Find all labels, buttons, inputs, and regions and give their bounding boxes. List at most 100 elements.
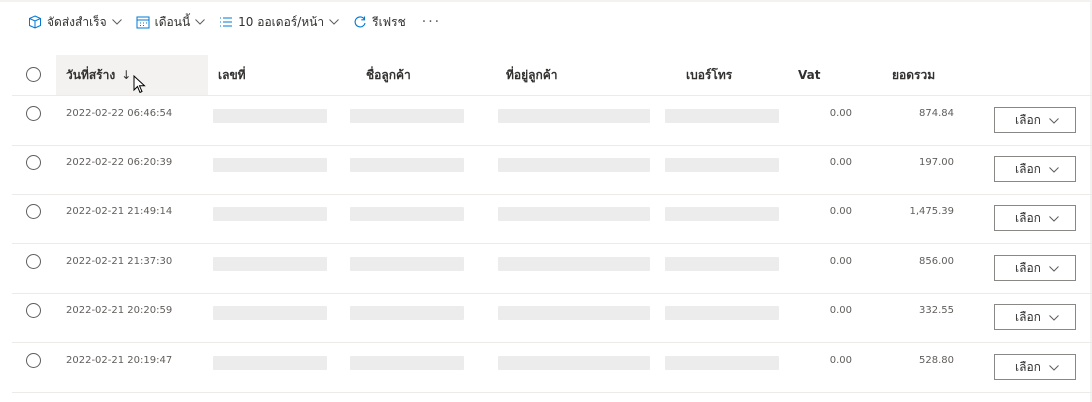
redacted-number xyxy=(213,257,327,271)
row-select-button-label: เลือก xyxy=(1015,210,1041,225)
redacted-customer-address xyxy=(498,158,650,172)
column-header-created[interactable]: วันที่สร้าง ↓ xyxy=(56,55,208,95)
list-icon xyxy=(219,16,233,28)
redacted-customer-name xyxy=(350,356,464,370)
redacted-customer-address xyxy=(498,306,650,320)
row-vat: 0.00 xyxy=(829,305,852,316)
chevron-down-icon xyxy=(1049,211,1059,225)
redacted-customer-address xyxy=(498,109,650,123)
row-select-radio[interactable] xyxy=(26,303,41,318)
row-total: 528.80 xyxy=(919,355,954,366)
refresh-icon xyxy=(353,15,367,29)
redacted-phone xyxy=(665,356,779,370)
table-row[interactable]: 2022-02-22 06:20:39 0.00 197.00 เลือก xyxy=(12,145,1092,195)
chevron-down-icon xyxy=(1049,162,1059,176)
redacted-customer-name xyxy=(350,158,464,172)
page-size-label: 10 ออเดอร์/หน้า xyxy=(238,14,325,29)
table-header: วันที่สร้าง ↓ เลขที่ ชื่อลูกค้า ที่อยู่ล… xyxy=(12,55,1092,96)
row-select-button[interactable]: เลือก xyxy=(994,107,1076,133)
redacted-customer-address xyxy=(498,207,650,221)
chevron-down-icon xyxy=(1049,360,1059,374)
row-select-radio[interactable] xyxy=(26,204,41,219)
row-select-button[interactable]: เลือก xyxy=(994,354,1076,380)
column-vat-label: Vat xyxy=(798,68,821,82)
row-vat: 0.00 xyxy=(829,355,852,366)
row-select-button[interactable]: เลือก xyxy=(994,304,1076,330)
column-total-label: ยอดรวม xyxy=(892,67,936,82)
redacted-phone xyxy=(665,109,779,123)
row-select-button-label: เลือก xyxy=(1015,359,1041,374)
column-header-customer-address[interactable]: ที่อยู่ลูกค้า xyxy=(506,55,558,95)
row-select-button[interactable]: เลือก xyxy=(994,205,1076,231)
redacted-number xyxy=(213,306,327,320)
table-row[interactable]: 2022-02-21 21:49:14 0.00 1,475.39 เลือก xyxy=(12,194,1092,244)
redacted-phone xyxy=(665,207,779,221)
period-label: เดือนนี้ xyxy=(154,14,191,29)
redacted-number xyxy=(213,158,327,172)
row-select-button-label: เลือก xyxy=(1015,260,1041,275)
redacted-number xyxy=(213,207,327,221)
row-vat: 0.00 xyxy=(829,256,852,267)
row-created-date: 2022-02-21 20:20:59 xyxy=(66,305,173,316)
row-total: 1,475.39 xyxy=(909,206,954,217)
ship-status-label: จัดส่งสำเร็จ xyxy=(47,14,107,29)
ship-status-dropdown[interactable]: จัดส่งสำเร็จ xyxy=(28,13,122,32)
column-created-label: วันที่สร้าง xyxy=(66,67,116,82)
column-header-phone[interactable]: เบอร์โทร xyxy=(686,55,732,95)
refresh-label: รีเฟรช xyxy=(372,14,406,29)
row-select-radio[interactable] xyxy=(26,353,41,368)
table-row[interactable]: 2022-02-21 20:19:47 0.00 528.80 เลือก xyxy=(12,343,1092,393)
redacted-customer-name xyxy=(350,109,464,123)
table-row[interactable]: 2022-02-22 06:46:54 0.00 874.84 เลือก xyxy=(12,96,1092,146)
row-created-date: 2022-02-21 21:49:14 xyxy=(66,206,173,217)
column-header-number[interactable]: เลขที่ xyxy=(218,55,246,95)
chevron-down-icon xyxy=(195,19,206,25)
package-icon xyxy=(28,15,42,29)
row-select-button[interactable]: เลือก xyxy=(994,156,1076,182)
more-options-button[interactable]: ··· xyxy=(422,14,441,30)
page-size-dropdown[interactable]: 10 ออเดอร์/หน้า xyxy=(219,13,339,32)
refresh-button[interactable]: รีเฟรช xyxy=(353,13,406,32)
row-vat: 0.00 xyxy=(829,206,852,217)
row-vat: 0.00 xyxy=(829,157,852,168)
row-total: 197.00 xyxy=(919,157,954,168)
row-vat: 0.00 xyxy=(829,108,852,119)
row-select-radio[interactable] xyxy=(26,106,41,121)
row-select-radio[interactable] xyxy=(26,155,41,170)
row-select-button-label: เลือก xyxy=(1015,112,1041,127)
chevron-down-icon xyxy=(329,19,339,25)
chevron-down-icon xyxy=(1049,261,1059,275)
column-header-vat[interactable]: Vat xyxy=(798,55,820,95)
column-header-total[interactable]: ยอดรวม xyxy=(892,55,935,95)
column-customer-address-label: ที่อยู่ลูกค้า xyxy=(506,67,558,82)
mouse-cursor-icon xyxy=(133,75,146,94)
row-select-button-label: เลือก xyxy=(1015,309,1041,324)
chevron-down-icon xyxy=(111,19,122,25)
select-all-radio[interactable] xyxy=(26,67,41,82)
redacted-customer-name xyxy=(350,207,464,221)
redacted-customer-name xyxy=(350,306,464,320)
column-header-customer-name[interactable]: ชื่อลูกค้า xyxy=(366,55,411,95)
sort-down-icon: ↓ xyxy=(121,68,132,82)
row-created-date: 2022-02-21 21:37:30 xyxy=(66,256,173,267)
row-select-button[interactable]: เลือก xyxy=(994,255,1076,281)
calendar-icon xyxy=(136,15,150,29)
row-total: 332.55 xyxy=(919,305,954,316)
redacted-customer-address xyxy=(498,257,650,271)
redacted-customer-name xyxy=(350,257,464,271)
chevron-down-icon xyxy=(1049,113,1059,127)
table-row[interactable]: 2022-02-21 20:20:59 0.00 332.55 เลือก xyxy=(12,293,1092,343)
command-bar: จัดส่งสำเร็จ เดือนนี้ 10 ออเดอร์/หน้า รี… xyxy=(28,9,441,35)
column-phone-label: เบอร์โทร xyxy=(686,67,733,82)
redacted-phone xyxy=(665,257,779,271)
row-select-button-label: เลือก xyxy=(1015,161,1041,176)
period-dropdown[interactable]: เดือนนี้ xyxy=(136,13,206,32)
row-created-date: 2022-02-21 20:19:47 xyxy=(66,355,173,366)
table-row[interactable]: 2022-02-21 21:37:30 0.00 856.00 เลือก xyxy=(12,244,1092,294)
row-select-radio[interactable] xyxy=(26,254,41,269)
redacted-phone xyxy=(665,306,779,320)
row-created-date: 2022-02-22 06:46:54 xyxy=(66,108,173,119)
row-total: 874.84 xyxy=(919,108,954,119)
top-border xyxy=(0,0,1092,2)
redacted-number xyxy=(213,109,327,123)
